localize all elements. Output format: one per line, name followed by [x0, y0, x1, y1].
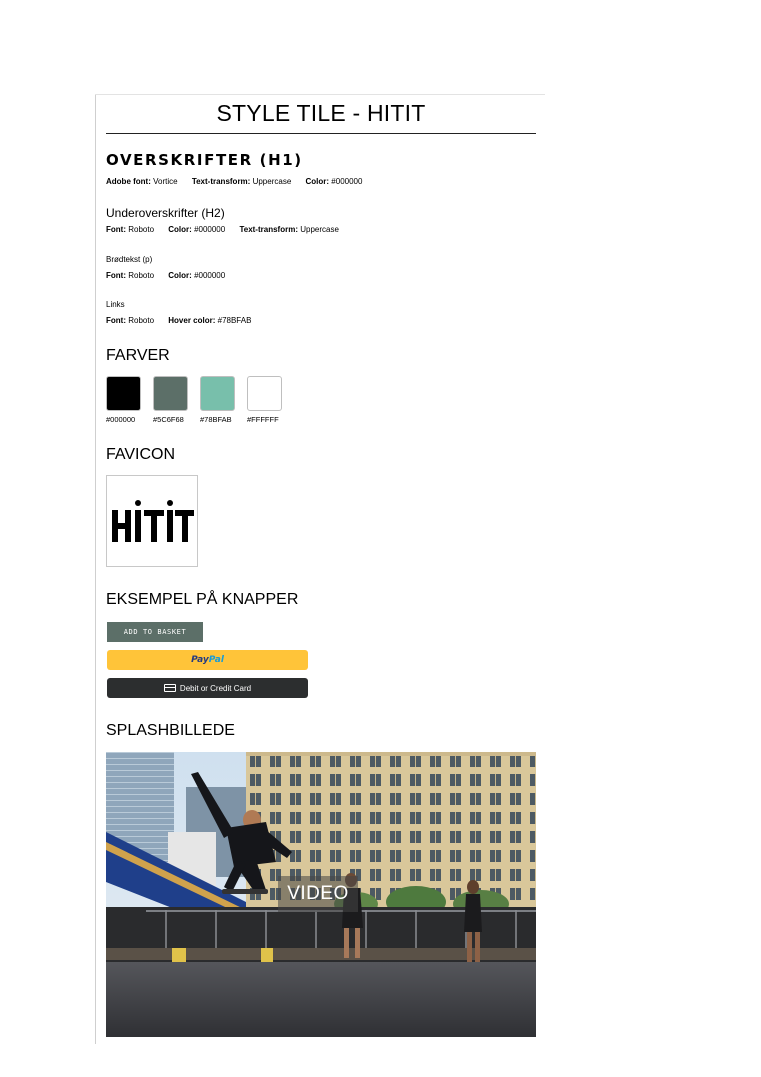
swatch-hex: #78BFAB — [200, 415, 232, 424]
video-play-button[interactable]: VIDEO — [278, 876, 358, 912]
swatch-chip — [153, 376, 188, 411]
swatch-hex: #5C6F68 — [153, 415, 184, 424]
h1-specs: Adobe font: Vortice Text-transform: Uppe… — [106, 177, 374, 186]
h2-spec-transform: Text-transform: Uppercase — [239, 225, 339, 234]
h1-spec-color: Color: #000000 — [305, 177, 363, 186]
page-top-border — [95, 94, 545, 95]
links-spec-font: Font: Roboto — [106, 316, 155, 325]
paypal-pay-text: Pay — [191, 655, 209, 665]
buttons-heading: EKSEMPEL PÅ KNAPPER — [106, 591, 299, 608]
paypal-pal-text: Pal — [208, 655, 224, 665]
splash-heading: SPLASHBILLEDE — [106, 722, 235, 739]
h2-spec-font: Font: Roboto — [106, 225, 155, 234]
links-spec-hover: Hover color: #78BFAB — [168, 316, 252, 325]
page-title: STYLE TILE - HITIT — [216, 100, 426, 126]
credit-card-icon — [163, 684, 176, 692]
h1-sample: OVERSKRIFTER (H1) — [106, 151, 303, 169]
page-left-border — [95, 94, 96, 1044]
h1-spec-font: Adobe font: Vortice — [106, 177, 178, 186]
swatch-black: #000000 — [106, 376, 153, 424]
body-spec-font: Font: Roboto — [106, 271, 155, 280]
body-spec-color: Color: #000000 — [168, 271, 226, 280]
add-to-basket-button[interactable]: ADD TO BASKET — [107, 622, 203, 642]
body-text-sample: Brødtekst (p) — [106, 255, 153, 264]
debit-credit-card-button[interactable]: Debit or Credit Card — [107, 678, 308, 698]
h2-spec-color: Color: #000000 — [168, 225, 226, 234]
color-swatches: #000000 #5C6F68 #78BFAB #FFFFFF — [106, 376, 294, 424]
h1-spec-transform: Text-transform: Uppercase — [191, 177, 292, 186]
swatch-hex: #000000 — [106, 415, 136, 424]
hitit-logo-icon — [112, 500, 194, 542]
links-sample[interactable]: Links — [106, 300, 125, 309]
colors-heading: FARVER — [106, 347, 170, 364]
card-button-label: Debit or Credit Card — [179, 683, 252, 693]
swatch-dark-green: #5C6F68 — [153, 376, 200, 424]
swatch-chip — [247, 376, 282, 411]
swatch-chip — [106, 376, 141, 411]
swatch-hex: #FFFFFF — [247, 415, 279, 424]
swatch-white: #FFFFFF — [247, 376, 294, 424]
body-text-specs: Font: Roboto Color: #000000 — [106, 271, 237, 280]
h2-specs: Font: Roboto Color: #000000 Text-transfo… — [106, 225, 351, 234]
swatch-chip — [200, 376, 235, 411]
h2-sample: Underoverskrifter (H2) — [106, 206, 225, 220]
links-specs: Font: Roboto Hover color: #78BFAB — [106, 316, 263, 325]
favicon-logo — [106, 475, 198, 567]
title-divider — [106, 133, 536, 134]
swatch-mint: #78BFAB — [200, 376, 247, 424]
favicon-heading: FAVICON — [106, 446, 176, 463]
paypal-button[interactable]: Pay Pal — [107, 650, 308, 670]
